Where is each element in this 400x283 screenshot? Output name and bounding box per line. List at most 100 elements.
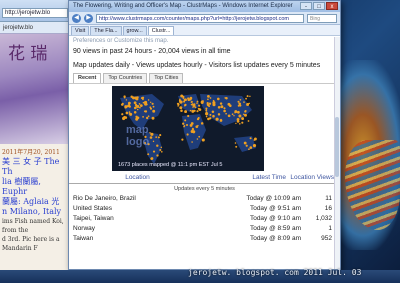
visitor-dot — [217, 113, 221, 116]
visitor-dot — [136, 108, 139, 111]
minimize-button[interactable]: - — [300, 2, 312, 10]
search-input[interactable]: Bing — [307, 13, 337, 23]
visitor-dot — [196, 100, 199, 103]
blog-line[interactable]: 蘭屬: Aglaia 光 — [2, 197, 68, 207]
visitor-dot — [187, 114, 190, 118]
blog-post-excerpt: 2011年7月20, 2011 美 三 女 子 The Th lia 樹蘭屬, … — [0, 146, 70, 255]
visitor-dot — [155, 136, 158, 138]
visitor-map[interactable]: map logo 1673 places mapped @ 11:1 pm ES… — [112, 86, 264, 171]
visitor-dot — [245, 97, 247, 100]
background-address-bar[interactable]: http://jerojetw.blo — [2, 8, 68, 18]
visitor-dot — [159, 134, 162, 137]
title-bar[interactable]: The Flowering, Writing and Officer's Map… — [69, 1, 340, 12]
browser-tab-active[interactable]: Clustr... — [147, 26, 175, 35]
column-latest-time[interactable]: Latest Time — [206, 174, 286, 181]
table-row: Taipei, Taiwan Today @ 9:10 am 1,032 — [69, 214, 340, 224]
browser-tab[interactable]: The Fla... — [90, 26, 122, 35]
scrollbar-thumb[interactable] — [335, 117, 339, 177]
table-row: United States Today @ 9:51 am 16 — [69, 204, 340, 214]
visitor-dot — [207, 95, 210, 98]
visitor-dot — [150, 157, 153, 161]
close-button[interactable]: x — [326, 2, 338, 10]
visitor-dot — [238, 102, 241, 106]
visitor-dot — [200, 122, 204, 125]
visitor-dot — [135, 117, 139, 121]
visitor-dot — [211, 110, 215, 114]
visitor-dot — [248, 148, 250, 151]
window-controls: - □ x — [300, 2, 338, 10]
visitor-dot — [197, 124, 199, 127]
map-caption: 1673 places mapped @ 11:1 pm EST Jul 5 — [118, 162, 223, 168]
row-time: Today @ 8:09 am — [249, 235, 301, 242]
visitor-dot — [125, 111, 129, 115]
visitor-dot — [233, 114, 235, 117]
visitor-dot — [206, 103, 209, 106]
visitor-dot — [241, 117, 245, 121]
visitor-dot — [196, 138, 199, 140]
visitor-dot — [191, 141, 193, 143]
visitor-dot — [244, 113, 247, 117]
visitor-dot — [209, 97, 212, 99]
blog-line[interactable]: 美 三 女 子 The Th — [2, 157, 68, 177]
browser-window[interactable]: The Flowering, Writing and Officer's Map… — [68, 0, 341, 270]
visitor-dot — [156, 144, 159, 147]
back-arrow-icon[interactable]: ◀ — [72, 13, 81, 23]
visitor-dot — [192, 106, 194, 109]
row-time: Today @ 9:10 am — [249, 215, 301, 222]
maximize-button[interactable]: □ — [313, 2, 325, 10]
row-location: Rio De Janeiro, Brazil — [73, 195, 136, 202]
visitor-dot — [190, 100, 193, 103]
visitor-dot — [136, 96, 139, 99]
visitor-dot — [248, 102, 250, 105]
address-bar[interactable]: http://www.clustrmaps.com/counter/maps.p… — [96, 13, 304, 23]
visitor-dot — [235, 122, 237, 125]
visitor-dot — [178, 99, 181, 102]
visitor-dot — [249, 95, 251, 98]
visitor-dot — [212, 99, 215, 102]
visitor-dot — [143, 110, 146, 113]
tab-top-countries[interactable]: Top Countries — [103, 73, 148, 83]
browser-tab[interactable]: Visit — [71, 26, 90, 35]
table-row: Rio De Janeiro, Brazil Today @ 10:09 am … — [69, 194, 340, 204]
visitor-dot — [121, 113, 124, 116]
vertical-scrollbar[interactable] — [334, 37, 340, 269]
visitor-dot — [133, 106, 137, 110]
visitor-dot — [159, 148, 162, 152]
visitor-dot — [249, 146, 253, 149]
preferences-link[interactable]: Preferences or Customize this map. — [69, 37, 340, 45]
column-location-views[interactable]: Location Views — [286, 174, 340, 181]
visitor-dot — [225, 112, 227, 115]
visitor-dot — [191, 109, 195, 113]
map-logo: map logo — [126, 124, 149, 148]
recent-visitors-table: Location Latest Time Location Views Upda… — [69, 172, 340, 244]
visitor-dot — [160, 146, 163, 149]
visitor-dot — [184, 105, 186, 107]
visitor-dot — [180, 109, 183, 112]
visitor-dot — [177, 105, 179, 107]
blog-line[interactable]: lia 樹蘭屬, Euphr — [2, 177, 68, 197]
visitor-dot — [142, 115, 145, 118]
row-location: Taipei, Taiwan — [73, 215, 114, 222]
background-tab[interactable]: jerojetw.blo — [0, 22, 69, 34]
visitor-dot — [198, 135, 201, 138]
visitor-dot — [237, 110, 240, 114]
visitor-dot — [223, 109, 226, 113]
browser-tab[interactable]: grow... — [122, 26, 147, 35]
visitor-dot — [127, 104, 131, 107]
column-location[interactable]: Location — [69, 174, 206, 181]
visitor-dot — [196, 110, 199, 113]
visitor-dot — [146, 116, 149, 120]
browser-tab-bar: Visit The Fla... grow... Clustr... — [69, 25, 340, 36]
visitor-dot — [207, 117, 210, 121]
tab-recent[interactable]: Recent — [73, 73, 102, 83]
background-browser-window[interactable]: http://jerojetw.blo jerojetw.blo 花 瑞 201… — [0, 0, 70, 270]
blog-line[interactable]: n Milano, Italy — [2, 207, 68, 217]
map-logo-bottom: logo — [126, 136, 150, 148]
visitor-dot — [227, 102, 231, 106]
visitor-dot — [151, 116, 155, 120]
forward-arrow-icon[interactable]: ▶ — [84, 13, 93, 23]
visitor-dot — [152, 109, 156, 113]
views-summary: 90 views in past 24 hours - 20,004 views… — [73, 48, 231, 55]
visitor-dot — [249, 137, 252, 140]
tab-top-cities[interactable]: Top Cities — [149, 73, 184, 83]
